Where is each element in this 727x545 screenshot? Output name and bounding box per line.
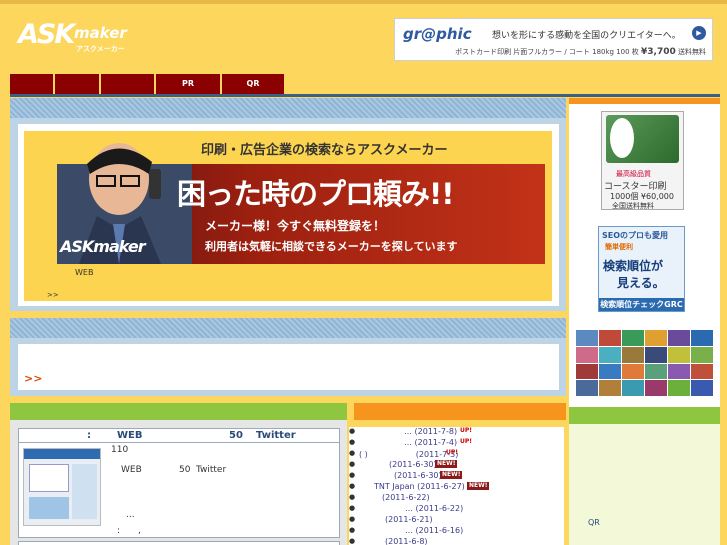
- banner-red-panel: ASKmaker 困った時のプロ頼み!! メーカー様！今すぐ無料登録を！ 利用者…: [57, 143, 545, 264]
- banner-logo: ASKmaker: [60, 237, 146, 256]
- feature-meta: : ,: [117, 526, 141, 536]
- nav-item-pr[interactable]: PR: [156, 74, 220, 94]
- banner-more-link[interactable]: >>: [47, 291, 59, 299]
- ad-brand: gr@phic: [403, 25, 472, 43]
- banner-headline: 困った時のプロ頼み!!: [177, 177, 454, 211]
- coaster-tag: 最高級品質: [616, 170, 651, 178]
- seo-title: SEOのプロも愛用: [602, 231, 669, 240]
- askmaker-logo[interactable]: ASK maker アスクメーカー: [18, 19, 142, 56]
- seo-grc-ad[interactable]: SEOのプロも愛用 簡単便利 検索順位が 見える。 検索順位チェックGRC: [598, 226, 685, 312]
- notice-more-link[interactable]: >>: [24, 372, 42, 385]
- news-list: ●… (2011-7-8) UP! ●… (2011-7-4) UP! ●( ) (…: [349, 427, 564, 545]
- seo-line-1: 検索順位が: [603, 259, 664, 273]
- logo-sub-text: maker: [74, 24, 127, 42]
- main-nav: PR QR: [10, 74, 284, 94]
- nav-item-1[interactable]: [10, 74, 53, 94]
- banner-subline-2: 利用者は気軽に相談できるメーカーを探しています: [205, 240, 458, 253]
- feature-section-header: [10, 403, 347, 420]
- notice-panel-header: [10, 318, 566, 338]
- ad-copy: 想いを形にする感動を全国のクリエイターへ。: [492, 31, 681, 41]
- seo-badge: 簡単便利: [605, 243, 633, 251]
- feature-card[interactable]: : WEB 50 Twitter 110 WEB 50 Twitter ... …: [18, 428, 340, 538]
- site-thumbnail-grid[interactable]: [576, 330, 713, 396]
- news-section-header: [354, 403, 566, 420]
- play-arrow-icon[interactable]: ▶: [692, 26, 706, 40]
- seo-line-2: 見える。: [617, 276, 665, 290]
- feature-card-title[interactable]: : WEB 50 Twitter: [19, 429, 339, 443]
- main-promo-banner[interactable]: 印刷・広告企業の検索ならアスクメーカー ASKmaker 困った時のプロ頼み!!…: [24, 131, 552, 301]
- seo-footer: 検索順位チェックGRC: [599, 298, 684, 311]
- feature-ellipsis: ...: [126, 510, 135, 520]
- qr-label[interactable]: QR: [588, 518, 600, 527]
- sidebar-top-bar: [569, 98, 720, 104]
- feature-count: 110: [111, 445, 129, 455]
- sidebar-green-header: [569, 407, 720, 424]
- feature-thumbnail[interactable]: [23, 448, 101, 526]
- nav-item-qr[interactable]: QR: [222, 74, 284, 94]
- coaster-print-ad[interactable]: 最高級品質 コースター印刷 1000個 ¥60,000 全国送料無料: [601, 111, 684, 210]
- graphic-ad-banner[interactable]: gr@phic 想いを形にする感動を全国のクリエイターへ。 ▶ ポストカード印刷…: [394, 18, 713, 61]
- nav-divider: [10, 94, 720, 97]
- banner-panel-header: [10, 98, 566, 118]
- logo-kana-text: アスクメーカー: [76, 45, 125, 53]
- logo-main-text: ASK: [18, 19, 75, 50]
- feature-description: WEB 50 Twitter: [121, 465, 227, 475]
- nav-item-2[interactable]: [55, 74, 99, 94]
- feature-card-2[interactable]: [18, 541, 340, 545]
- ad-price-line: ポストカード印刷 片面フルカラー / コート 180kg 100 枚 ¥3,70…: [455, 47, 706, 57]
- nav-item-3[interactable]: [101, 74, 154, 94]
- banner-subline-1: メーカー様！今すぐ無料登録を！: [205, 219, 386, 233]
- banner-web-label: WEB: [75, 268, 94, 277]
- notice-box: [18, 344, 559, 390]
- top-border: [0, 0, 727, 4]
- banner-slogan: 印刷・広告企業の検索ならアスクメーカー: [201, 143, 448, 158]
- coaster-shipping: 全国送料無料: [612, 202, 654, 210]
